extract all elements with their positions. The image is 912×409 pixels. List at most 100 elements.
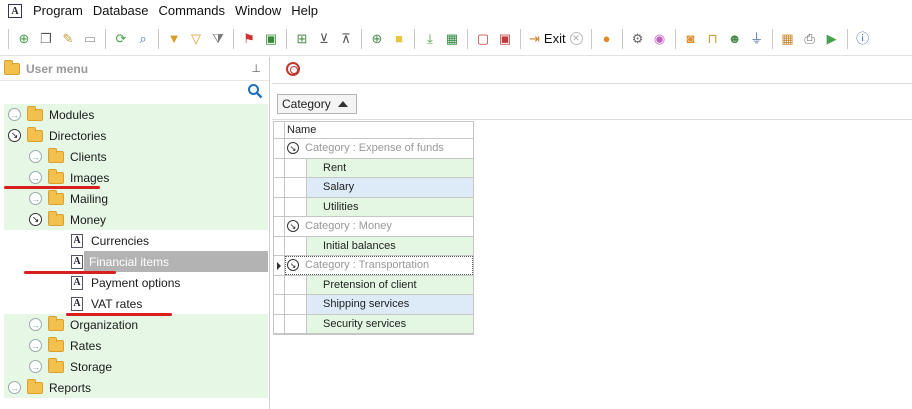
- plug-icon[interactable]: ⏚: [746, 28, 768, 50]
- collapse-icon[interactable]: ↘: [8, 129, 21, 142]
- folder-open-icon: [27, 126, 43, 142]
- group-label: Category : Expense of funds: [305, 142, 444, 155]
- search-icon[interactable]: [247, 83, 263, 99]
- name-cell[interactable]: Pretension of client: [307, 275, 473, 294]
- filter-clear-icon[interactable]: ▽: [185, 28, 207, 50]
- row-indicator: [274, 314, 285, 333]
- collapse-icon[interactable]: ↘: [287, 259, 299, 272]
- tree-item-label: Payment options: [91, 275, 181, 290]
- play-icon[interactable]: ▶: [821, 28, 843, 50]
- menu-database[interactable]: Database: [88, 0, 154, 22]
- grid-header: Name: [274, 121, 473, 139]
- tree-item-reports[interactable]: → Reports: [4, 377, 268, 398]
- flag-icon[interactable]: ⚑: [238, 28, 260, 50]
- group-cell: ↘ Category : Money: [285, 217, 473, 236]
- export-excel-icon[interactable]: ▦: [441, 28, 463, 50]
- name-cell[interactable]: Utilities: [307, 197, 473, 216]
- rss-icon[interactable]: ◙: [680, 28, 702, 50]
- note-icon[interactable]: ■: [388, 28, 410, 50]
- group-chip-category[interactable]: Category: [277, 94, 357, 114]
- tree-item-organization[interactable]: → Organization: [4, 314, 268, 335]
- table-icon[interactable]: ▦: [777, 28, 799, 50]
- pin-icon[interactable]: ⊥: [251, 62, 261, 75]
- table-row[interactable]: Initial balances: [274, 236, 473, 256]
- expand-icon[interactable]: →: [29, 150, 42, 163]
- toolbar-separator: [520, 28, 521, 49]
- new-icon[interactable]: ⊕: [13, 28, 35, 50]
- document-icon: A: [71, 296, 83, 311]
- users-icon[interactable]: ☻: [724, 28, 746, 50]
- delete-icon[interactable]: ▭: [79, 28, 101, 50]
- expand-icon[interactable]: →: [29, 360, 42, 373]
- color-wheel-icon[interactable]: ◉: [649, 28, 671, 50]
- menu-help[interactable]: Help: [286, 0, 323, 22]
- group-cell: ↘ Category : Expense of funds: [285, 139, 473, 158]
- search-icon[interactable]: ⌕: [132, 28, 154, 50]
- collapse-icon[interactable]: ↘: [287, 142, 299, 155]
- tree-item-images[interactable]: → Images: [4, 167, 268, 188]
- column-header-name[interactable]: Name: [285, 122, 316, 138]
- expand-icon[interactable]: →: [8, 108, 21, 121]
- edit-icon[interactable]: ✎: [57, 28, 79, 50]
- menu-program[interactable]: Program: [28, 0, 88, 22]
- tree-item-clients[interactable]: → Clients: [4, 146, 268, 167]
- name-cell[interactable]: Shipping services: [307, 295, 473, 314]
- expand-icon[interactable]: →: [29, 339, 42, 352]
- row-indent: [285, 314, 307, 333]
- tree-item-vat-rates[interactable]: A VAT rates: [4, 293, 268, 314]
- location-icon[interactable]: ●: [596, 28, 618, 50]
- refresh-icon[interactable]: ⟳: [110, 28, 132, 50]
- filter-settings-icon[interactable]: ⧩: [207, 28, 229, 50]
- table-row[interactable]: Pretension of client: [274, 275, 473, 295]
- info-icon[interactable]: ⓘ: [852, 28, 874, 50]
- tree-item-rates[interactable]: → Rates: [4, 335, 268, 356]
- folder-icon: [48, 315, 64, 331]
- menu-window[interactable]: Window: [230, 0, 286, 22]
- tree-item-storage[interactable]: → Storage: [4, 356, 268, 377]
- close-window-icon[interactable]: ▢: [472, 28, 494, 50]
- collapse-all-icon[interactable]: ⊼: [335, 28, 357, 50]
- name-cell[interactable]: Rent: [307, 158, 473, 177]
- table-row[interactable]: Shipping services: [274, 295, 473, 315]
- expand-all-icon[interactable]: ⊻: [313, 28, 335, 50]
- collapse-icon[interactable]: ↘: [287, 220, 299, 233]
- print-icon[interactable]: ⎙: [799, 28, 821, 50]
- name-cell[interactable]: Salary: [307, 178, 473, 197]
- tree-item-payment-options[interactable]: A Payment options: [4, 272, 268, 293]
- group-row-expense-of-funds[interactable]: ↘ Category : Expense of funds: [274, 139, 473, 159]
- tree-item-financial-items[interactable]: A Financial items: [4, 251, 268, 272]
- name-cell[interactable]: Security services: [307, 314, 473, 333]
- group-row-transportation[interactable]: ↘ Category : Transportation: [274, 256, 473, 276]
- settings-icon[interactable]: ⚙: [627, 28, 649, 50]
- download-icon[interactable]: ⤓: [419, 28, 441, 50]
- tree-item-currencies[interactable]: A Currencies: [4, 230, 268, 251]
- tree-item-label: Mailing: [70, 191, 109, 206]
- expand-icon[interactable]: →: [29, 318, 42, 331]
- table-row[interactable]: Rent: [274, 158, 473, 178]
- expand-icon[interactable]: →: [29, 192, 42, 205]
- close-all-icon[interactable]: ▣: [494, 28, 516, 50]
- expand-icon[interactable]: →: [8, 381, 21, 394]
- tree-item-modules[interactable]: → Modules: [4, 104, 268, 125]
- table-row[interactable]: Salary: [274, 178, 473, 198]
- copy-icon[interactable]: ❐: [35, 28, 57, 50]
- reload-icon[interactable]: [286, 62, 300, 76]
- toolbar-separator: [674, 28, 676, 49]
- lock-icon[interactable]: ⊓: [702, 28, 724, 50]
- menu-commands[interactable]: Commands: [154, 0, 230, 22]
- expand-icon[interactable]: →: [29, 171, 42, 184]
- image-icon[interactable]: ▣: [260, 28, 282, 50]
- tree-item-mailing[interactable]: → Mailing: [4, 188, 268, 209]
- tree-item-money[interactable]: ↘ Money: [4, 209, 268, 230]
- filter-icon[interactable]: ▼: [163, 28, 185, 50]
- collapse-icon[interactable]: ↘: [29, 213, 42, 226]
- table-row[interactable]: Security services: [274, 314, 473, 334]
- group-row-money[interactable]: ↘ Category : Money: [274, 217, 473, 237]
- split-icon[interactable]: ⊞: [291, 28, 313, 50]
- name-cell[interactable]: Initial balances: [307, 236, 473, 255]
- exit-button[interactable]: ⇥ Exit ✕: [525, 31, 587, 47]
- table-row[interactable]: Utilities: [274, 197, 473, 217]
- financial-items-view: Category Name ↘ Category : Expense of fu…: [272, 57, 912, 409]
- tree-item-directories[interactable]: ↘ Directories: [4, 125, 268, 146]
- add-column-icon[interactable]: ⊕: [366, 28, 388, 50]
